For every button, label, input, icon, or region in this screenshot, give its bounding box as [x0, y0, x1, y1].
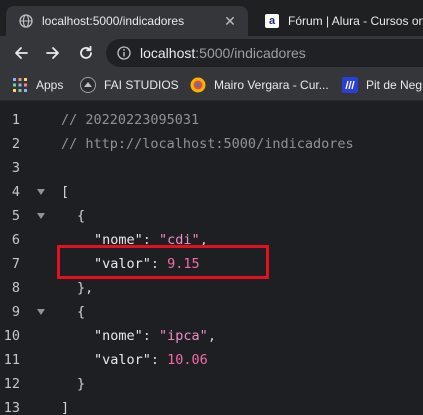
info-icon[interactable]	[116, 45, 132, 61]
globe-icon	[18, 13, 34, 29]
mairo-vergara-icon	[190, 77, 206, 93]
bookmark-label: FAI STUDIOS	[104, 78, 179, 92]
code-line: 2 // http://localhost:5000/indicadores	[0, 132, 423, 156]
code-line: 12 }	[0, 372, 423, 396]
line-number: 10	[3, 328, 20, 344]
apps-grid-icon	[12, 77, 28, 93]
line-number: 13	[3, 400, 20, 415]
tab-strip: localhost:5000/indicadores ✕ a Fórum | A…	[0, 0, 423, 36]
json-entry: "nome": "ipca",	[94, 328, 216, 344]
reload-button[interactable]	[73, 40, 99, 66]
json-key: "valor"	[94, 352, 151, 368]
line-number: 1	[11, 112, 20, 128]
fold-toggle-icon[interactable]	[36, 300, 46, 324]
toolbar: localhost:5000/indicadores	[0, 36, 423, 70]
fai-studios-icon	[80, 77, 96, 93]
bookmark-mairo-vergara[interactable]: Mairo Vergara - Cur...	[190, 75, 329, 95]
browser-window: localhost:5000/indicadores ✕ a Fórum | A…	[0, 0, 423, 415]
code-line: 5 {	[0, 204, 423, 228]
arrow-right-icon	[46, 47, 59, 59]
json-colon: :	[142, 328, 160, 344]
object-open: {	[77, 208, 86, 224]
alura-favicon-icon: a	[264, 13, 280, 29]
json-string-value: "ipca"	[159, 328, 208, 344]
code-line: 10 "nome": "ipca",	[0, 324, 423, 348]
line-number: 5	[11, 208, 20, 224]
json-comma: ,	[207, 328, 216, 344]
pit-de-negocios-icon	[342, 77, 358, 93]
array-close: ]	[61, 400, 70, 415]
code-line: 4 [	[0, 180, 423, 204]
line-number: 8	[11, 280, 20, 296]
code-line: 1 // 20220223095031	[0, 108, 423, 132]
line-number: 7	[11, 256, 20, 272]
bookmark-label: Apps	[36, 78, 64, 92]
line-number: 3	[11, 160, 20, 176]
object-open: {	[77, 304, 86, 320]
array-open: [	[61, 184, 70, 200]
bookmark-apps[interactable]: Apps	[12, 75, 63, 95]
bookmark-label: Mairo Vergara - Cur...	[214, 78, 329, 92]
url-path: :5000/indicadores	[195, 45, 306, 61]
line-number: 11	[3, 352, 20, 368]
bookmark-pit-de-negocios[interactable]: Pit de Neg	[342, 75, 422, 95]
json-entry: "valor": 10.06	[94, 352, 208, 368]
forward-button[interactable]	[40, 40, 66, 66]
close-icon[interactable]: ✕	[220, 11, 240, 31]
line-number: 4	[11, 184, 20, 200]
json-key: "nome"	[94, 328, 143, 344]
address-bar[interactable]: localhost:5000/indicadores	[106, 39, 423, 67]
bookmarks-bar: Apps FAI STUDIOS Mairo Vergara - Cur...	[0, 70, 423, 101]
tab-localhost-indicadores[interactable]: localhost:5000/indicadores ✕	[6, 6, 248, 36]
tab-title: Fórum | Alura - Cursos online	[288, 14, 423, 28]
reload-icon	[80, 45, 92, 59]
code-line: 13 ]	[0, 396, 423, 415]
code-line: 3	[0, 156, 423, 180]
arrow-left-icon	[15, 47, 28, 59]
timestamp-comment: // 20220223095031	[61, 112, 200, 128]
bookmark-fai-studios[interactable]: FAI STUDIOS	[80, 75, 179, 95]
line-number: 2	[11, 136, 20, 152]
highlight-box	[57, 245, 269, 279]
url-text: localhost:5000/indicadores	[140, 45, 306, 61]
tab-forum-alura[interactable]: a Fórum | Alura - Cursos online	[252, 6, 423, 36]
line-number: 12	[3, 376, 20, 392]
code-line: 9 {	[0, 300, 423, 324]
object-close: }	[77, 376, 86, 392]
fold-toggle-icon[interactable]	[36, 180, 46, 204]
json-colon: :	[150, 352, 168, 368]
bookmark-label: Pit de Neg	[366, 78, 423, 92]
code-line: 8 },	[0, 276, 423, 300]
tab-title: localhost:5000/indicadores	[42, 14, 185, 28]
json-number-value: 10.06	[167, 352, 208, 368]
fold-toggle-icon[interactable]	[36, 204, 46, 228]
back-button[interactable]	[8, 40, 34, 66]
url-comment: // http://localhost:5000/indicadores	[61, 136, 354, 152]
code-line: 11 "valor": 10.06	[0, 348, 423, 372]
object-close: },	[77, 280, 94, 296]
line-number: 6	[11, 232, 20, 248]
url-host: localhost	[140, 45, 196, 61]
line-number: 9	[11, 304, 20, 320]
